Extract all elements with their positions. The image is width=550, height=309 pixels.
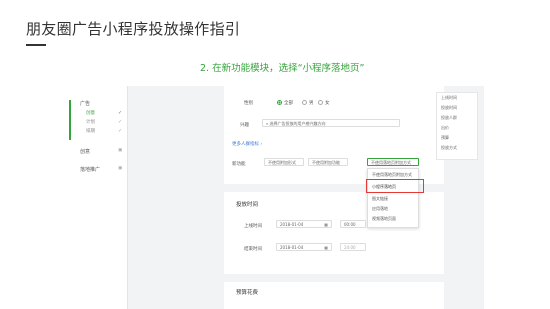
- sidebar-item-schedule[interactable]: 排期: [86, 128, 95, 134]
- interest-label: 兴趣: [240, 123, 249, 128]
- select-format[interactable]: 不使用附加形式: [264, 158, 304, 166]
- new-function-label: 新功能: [232, 162, 246, 167]
- sidebar-group-ads[interactable]: 广告: [80, 100, 90, 107]
- dropdown-option[interactable]: 不使用落地页附加方式: [372, 172, 412, 178]
- summary-item[interactable]: 投放方式: [437, 143, 477, 153]
- dropdown-option[interactable]: 视频落地页面: [372, 216, 396, 222]
- end-date-input[interactable]: 2018-01-04 ▦: [276, 243, 332, 251]
- landing-page-dropdown: 不使用落地页附加方式 小程序落地页 图文链接 应用落地 视频落地页面: [367, 168, 419, 228]
- gender-option-all: 全部: [284, 101, 293, 106]
- lock-icon: ▣: [118, 148, 123, 153]
- summary-item[interactable]: 预算: [437, 133, 477, 143]
- select-landing-page[interactable]: 不使用落地页附加方式: [367, 158, 419, 166]
- check-icon: ✓: [118, 119, 123, 125]
- sidebar-group-promo[interactable]: 落地推广: [80, 166, 100, 173]
- highlight-box: [366, 179, 424, 193]
- gender-option-male: 男: [309, 101, 314, 106]
- check-icon: ✓: [118, 110, 123, 116]
- end-time-input[interactable]: 24:00: [340, 243, 366, 251]
- select-function[interactable]: 不使用附加功能: [308, 158, 348, 166]
- dropdown-option[interactable]: 图文链接: [372, 196, 388, 202]
- end-time-label: 结束时间: [244, 247, 262, 252]
- title-underline: [26, 44, 46, 46]
- gender-label: 性别: [244, 101, 253, 106]
- right-summary-panel: 上线时间 投放时间 投放人群 出价 预算 投放方式: [436, 92, 478, 160]
- start-date-value: 2018-01-04: [280, 222, 304, 227]
- interest-placeholder: 选择广告投放的用户感兴趣方向: [269, 121, 326, 126]
- gender-radio-all[interactable]: [277, 100, 282, 105]
- summary-item[interactable]: 投放时间: [437, 103, 477, 113]
- interest-input[interactable]: ⌕ 选择广告投放的用户感兴趣方向: [262, 119, 400, 127]
- start-time-input[interactable]: 00:00: [340, 220, 366, 228]
- gender-option-female: 女: [325, 101, 330, 106]
- dropdown-option[interactable]: 应用落地: [372, 206, 388, 212]
- slide-subtitle: 2. 在新功能模块，选择“小程序落地页”: [200, 63, 365, 74]
- summary-item[interactable]: 出价: [437, 123, 477, 133]
- calendar-icon: ▦: [324, 222, 328, 227]
- slide-title: 朋友圈广告小程序投放操作指引: [26, 20, 241, 38]
- sidebar-item-creative[interactable]: 创意: [86, 110, 95, 116]
- start-date-input[interactable]: 2018-01-04 ▦: [276, 220, 332, 228]
- sidebar-group-creative[interactable]: 创意: [80, 148, 90, 155]
- budget-section-title: 预算花费: [236, 290, 259, 296]
- end-date-value: 2018-01-04: [280, 245, 304, 250]
- sidebar-active-indicator: [69, 100, 71, 140]
- gender-radio-female[interactable]: [318, 100, 323, 105]
- schedule-section-title: 投放时间: [236, 202, 259, 208]
- summary-item[interactable]: 上线时间: [437, 93, 477, 103]
- lock-icon: ▣: [118, 166, 123, 171]
- calendar-icon: ▦: [324, 245, 328, 250]
- check-icon: ✓: [118, 128, 123, 134]
- start-time-label: 上线时间: [244, 224, 262, 229]
- sidebar-item-plan[interactable]: 计划: [86, 119, 95, 125]
- more-audience-link[interactable]: 更多人群指标 ›: [232, 141, 262, 147]
- sidebar: 广告 创意 ✓ 计划 ✓ 排期 ✓ 创意 ▣ 落地推广 ▣: [66, 86, 128, 309]
- gender-radio-male[interactable]: [302, 100, 307, 105]
- summary-item[interactable]: 投放人群: [437, 113, 477, 123]
